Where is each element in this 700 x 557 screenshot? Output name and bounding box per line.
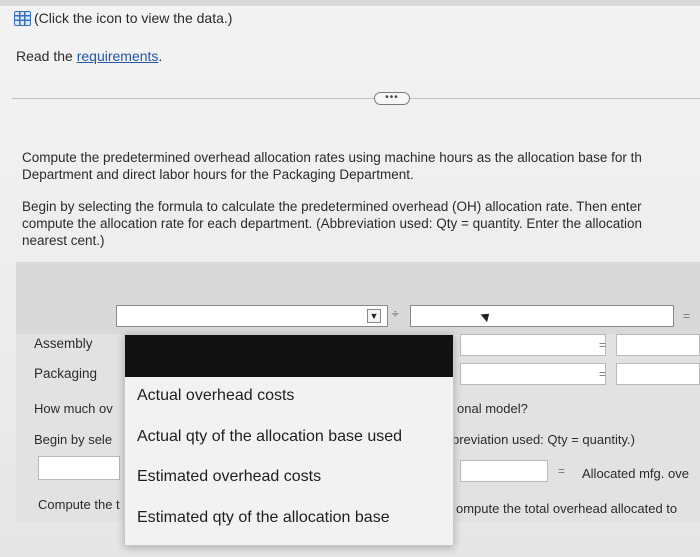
section-divider bbox=[12, 98, 700, 99]
packaging-rate-input[interactable] bbox=[616, 363, 700, 385]
allocation-qty-input[interactable] bbox=[460, 460, 548, 482]
instruction-line: Compute the predetermined overhead alloc… bbox=[22, 150, 642, 165]
assembly-rate-input[interactable] bbox=[616, 334, 700, 356]
packaging-denominator-input[interactable] bbox=[460, 363, 606, 385]
expand-more-button[interactable]: ••• bbox=[374, 92, 410, 105]
begin-text-left: Begin by sele bbox=[34, 432, 113, 447]
requirements-line: Read the requirements. bbox=[16, 48, 162, 64]
begin-text-right: previation used: Qty = quantity.) bbox=[452, 432, 635, 447]
instruction-paragraph-1: Compute the predetermined overhead alloc… bbox=[22, 149, 642, 183]
numerator-formula-select[interactable] bbox=[116, 305, 388, 327]
dropdown-option[interactable]: Estimated qty of the allocation base bbox=[137, 509, 390, 527]
question-text-right: onal model? bbox=[457, 401, 528, 416]
read-suffix: . bbox=[158, 48, 163, 64]
read-prefix: Read the bbox=[16, 48, 77, 64]
row-label-packaging: Packaging bbox=[34, 366, 98, 381]
equals-sign: = bbox=[558, 464, 566, 478]
dropdown-option[interactable]: Estimated overhead costs bbox=[137, 468, 321, 486]
equals-sign: = bbox=[683, 309, 691, 323]
instruction-line: Department and direct labor hours for th… bbox=[22, 167, 414, 182]
dropdown-highlighted-option[interactable] bbox=[125, 335, 453, 377]
dropdown-option[interactable]: Actual overhead costs bbox=[137, 387, 294, 405]
equals-sign: = bbox=[599, 338, 607, 352]
instruction-paragraph-2: Begin by selecting the formula to calcul… bbox=[22, 198, 642, 249]
allocation-formula-select[interactable] bbox=[38, 456, 120, 480]
dropdown-option[interactable]: Actual qty of the allocation base used bbox=[137, 428, 402, 446]
top-strip bbox=[0, 0, 700, 6]
data-link-text[interactable]: (Click the icon to view the data.) bbox=[34, 10, 232, 26]
data-table-icon[interactable] bbox=[14, 10, 31, 26]
chevron-down-icon[interactable]: ▼ bbox=[367, 309, 381, 323]
denominator-formula-select[interactable] bbox=[410, 305, 674, 327]
data-link[interactable]: (Click the icon to view the data.) bbox=[14, 10, 232, 26]
divide-sign: ÷ bbox=[392, 307, 399, 321]
formula-dropdown-menu[interactable]: Actual overhead costs Actual qty of the … bbox=[124, 334, 454, 546]
question-text-left: How much ov bbox=[34, 401, 113, 416]
equals-sign: = bbox=[599, 367, 607, 381]
instruction-line: Begin by selecting the formula to calcul… bbox=[22, 199, 642, 214]
instruction-line: nearest cent.) bbox=[22, 233, 105, 248]
requirements-link[interactable]: requirements bbox=[77, 48, 159, 64]
instruction-line: compute the allocation rate for each dep… bbox=[22, 216, 642, 231]
assembly-denominator-input[interactable] bbox=[460, 334, 606, 356]
compute-text-left: Compute the t bbox=[38, 497, 120, 512]
row-label-assembly: Assembly bbox=[34, 336, 93, 351]
compute-text-right: ompute the total overhead allocated to bbox=[456, 501, 678, 516]
page: (Click the icon to view the data.) Read … bbox=[0, 0, 700, 557]
allocated-mfg-label: Allocated mfg. ove bbox=[582, 466, 689, 481]
